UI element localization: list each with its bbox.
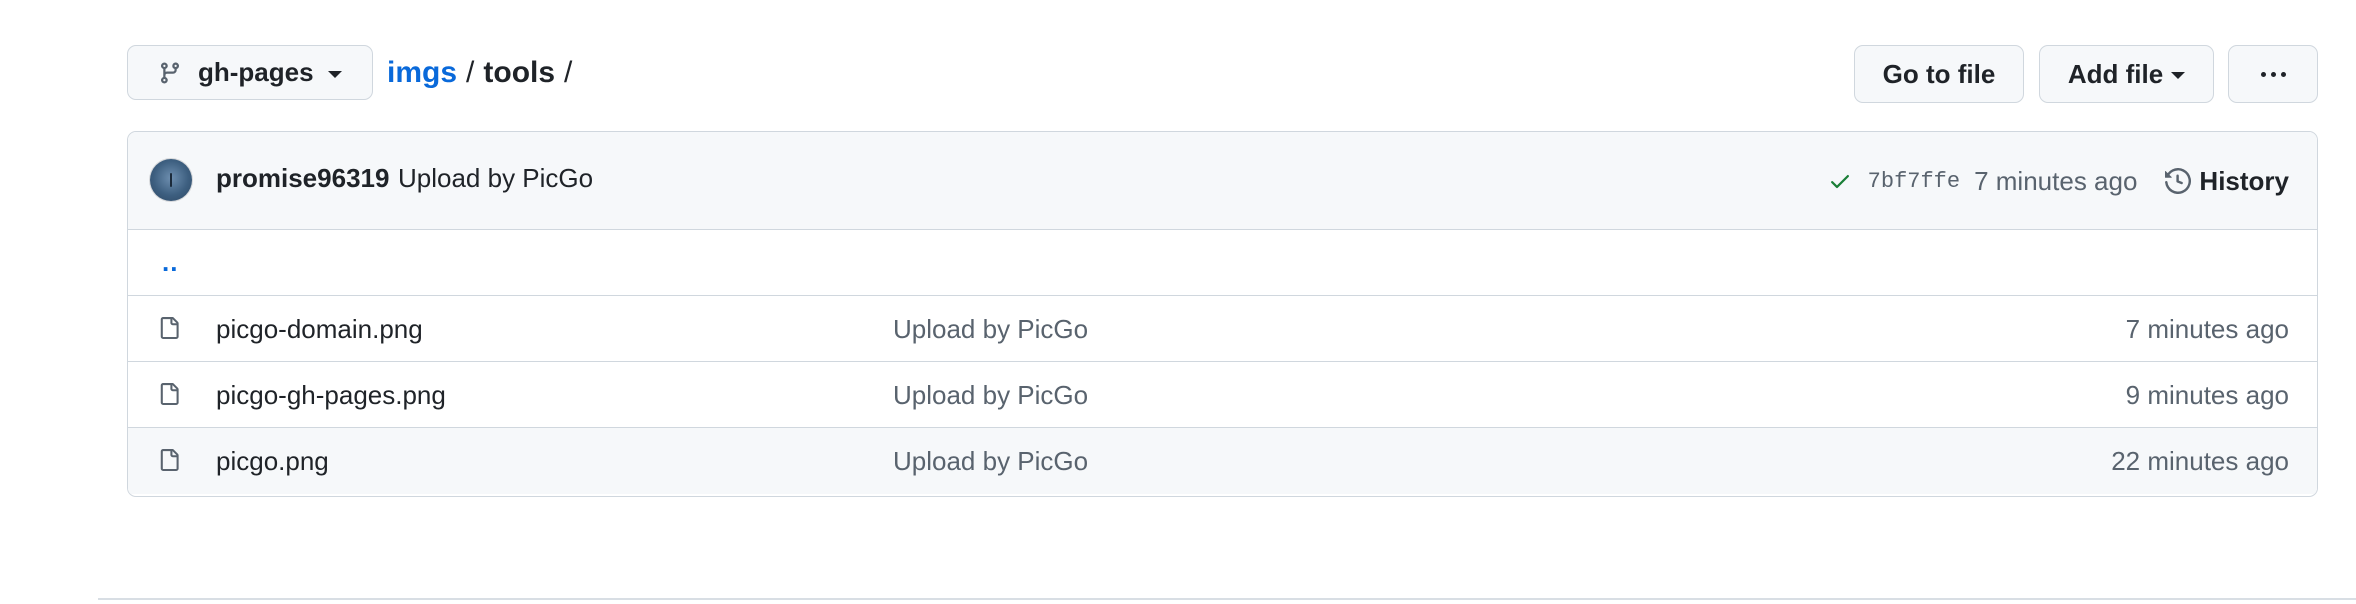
commit-message[interactable]: Upload by PicGo (398, 163, 593, 194)
file-navigation-bar: gh-pages imgs / tools / Go to file Add f… (127, 45, 2318, 103)
parent-directory-link[interactable]: .. (162, 247, 178, 278)
file-list-box: promise96319 Upload by PicGo 7bf7ffe 7 m… (127, 131, 2318, 497)
table-row[interactable]: picgo.png Upload by PicGo 22 minutes ago (128, 428, 2317, 494)
file-commit-time: 7 minutes ago (2125, 314, 2289, 344)
more-options-button[interactable] (2228, 45, 2318, 103)
commit-meta: 7bf7ffe 7 minutes ago History (1828, 132, 2289, 230)
commit-author[interactable]: promise96319 (216, 163, 389, 194)
table-row[interactable]: picgo-gh-pages.png Upload by PicGo 9 min… (128, 362, 2317, 428)
chevron-down-icon (2171, 72, 2186, 79)
history-label: History (2199, 165, 2289, 196)
file-commit-time: 22 minutes ago (2111, 446, 2289, 476)
go-to-file-label: Go to file (1882, 58, 1996, 89)
avatar[interactable] (150, 159, 192, 201)
git-branch-icon (158, 61, 182, 85)
commit-sha[interactable]: 7bf7ffe (1868, 169, 1960, 194)
kebab-horizontal-icon (2260, 71, 2286, 77)
breadcrumb-link-imgs[interactable]: imgs (387, 56, 457, 90)
table-row[interactable]: picgo-domain.png Upload by PicGo 7 minut… (128, 296, 2317, 362)
check-icon[interactable] (1828, 169, 1852, 193)
breadcrumb-current-folder: tools (483, 55, 556, 89)
file-commit-message[interactable]: Upload by PicGo (893, 380, 1088, 411)
file-name-link[interactable]: picgo.png (216, 446, 329, 477)
history-icon (2165, 168, 2192, 194)
file-icon (158, 314, 180, 342)
file-name-link[interactable]: picgo-gh-pages.png (216, 380, 446, 411)
breadcrumb-separator: / (466, 55, 475, 89)
breadcrumb-trailing-separator: / (564, 55, 573, 89)
file-commit-time: 9 minutes ago (2125, 380, 2289, 410)
file-name-link[interactable]: picgo-domain.png (216, 314, 423, 345)
commit-time: 7 minutes ago (1974, 165, 2138, 196)
add-file-button[interactable]: Add file (2039, 45, 2214, 103)
section-divider (98, 598, 2356, 600)
chevron-down-icon (327, 70, 342, 78)
add-file-label: Add file (2067, 58, 2164, 89)
history-link[interactable]: History (2165, 166, 2289, 197)
file-commit-message[interactable]: Upload by PicGo (893, 446, 1088, 477)
go-to-file-button[interactable]: Go to file (1854, 45, 2024, 103)
branch-name: gh-pages (198, 57, 314, 87)
file-icon (158, 380, 180, 408)
file-icon (158, 446, 180, 474)
parent-directory-row[interactable]: .. (128, 230, 2317, 296)
repo-file-browser: gh-pages imgs / tools / Go to file Add f… (0, 0, 2356, 604)
breadcrumb: imgs / tools / (387, 45, 581, 100)
branch-select-button[interactable]: gh-pages (127, 45, 373, 100)
latest-commit-header: promise96319 Upload by PicGo 7bf7ffe 7 m… (128, 132, 2317, 230)
file-commit-message[interactable]: Upload by PicGo (893, 314, 1088, 345)
